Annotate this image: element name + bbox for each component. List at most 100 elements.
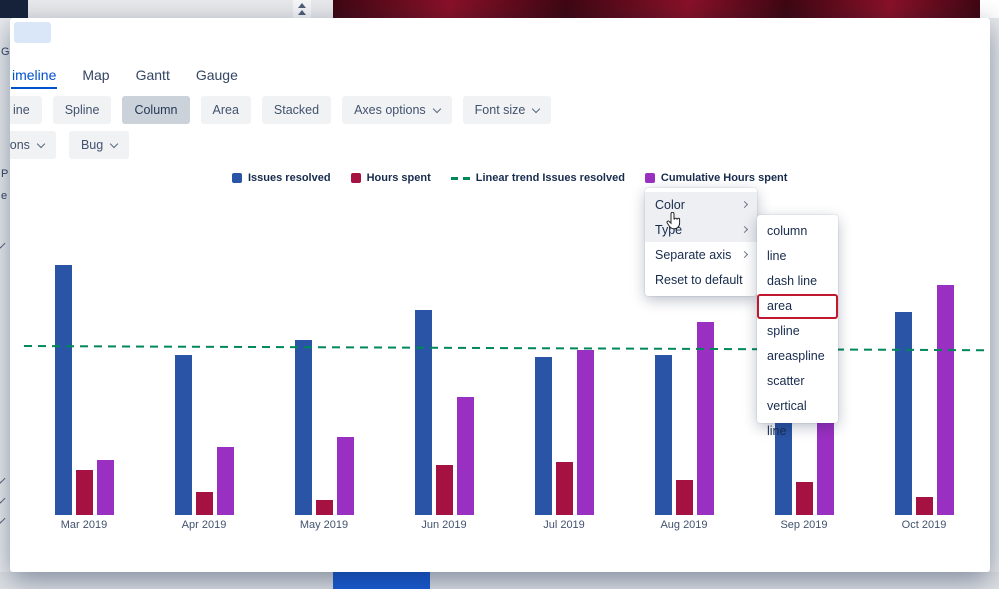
bar-cumulative-hours-spent[interactable] (696, 322, 714, 515)
bar-issues-resolved[interactable] (294, 340, 312, 515)
chart-type-toolbar: ine Spline Column Area Stacked Axes options Fo… (10, 96, 552, 124)
submenu-item-line[interactable]: line (757, 244, 838, 269)
chart-type-axes-options-button[interactable]: Axes options (342, 96, 452, 124)
bar-group (264, 198, 384, 515)
context-menu-item-separate-axis[interactable]: Separate axis (645, 242, 757, 267)
clipped-page-column: Ge P e (0, 18, 10, 572)
menu-item-label: Separate axis (655, 247, 732, 262)
bar-issues-resolved[interactable] (894, 312, 912, 515)
bar-cumulative-hours-spent[interactable] (96, 460, 114, 515)
chart-type-font-size-button[interactable]: Font size (462, 96, 552, 124)
bar-issues-resolved[interactable] (534, 357, 552, 515)
chevron-down-icon (0, 493, 6, 504)
bar-cumulative-hours-spent[interactable] (456, 397, 474, 515)
x-axis-label: Aug 2019 (660, 519, 708, 531)
chart-type-spline-button[interactable]: Spline (52, 96, 112, 124)
header-banner-image (333, 0, 980, 18)
bar-hours-spent[interactable] (195, 492, 213, 515)
highlighted-chip[interactable] (14, 22, 51, 43)
submenu-item-column[interactable]: column (757, 219, 838, 244)
partially-hidden-button[interactable] (333, 572, 430, 589)
legend-swatch (450, 176, 470, 180)
chart-legend: Issues resolved Hours spent Linear trend I… (232, 172, 787, 184)
button-label: Axes options (354, 103, 426, 117)
bar-group (504, 198, 624, 515)
cursor-icon (666, 212, 681, 230)
scroll-up-icon (298, 3, 306, 8)
bar-issues-resolved[interactable] (654, 355, 672, 515)
tab-map[interactable]: Map (81, 67, 110, 89)
chart-type-column-button[interactable]: Column (122, 96, 190, 124)
chart-type-area-button[interactable]: Area (200, 96, 251, 124)
legend-label: Hours spent (366, 172, 431, 184)
x-axis-label: Oct 2019 (901, 519, 947, 531)
chevron-right-icon (740, 225, 749, 234)
tab-gauge[interactable]: Gauge (195, 67, 239, 89)
context-menu-item-type[interactable]: Type (645, 217, 757, 242)
bar-group (384, 198, 504, 515)
screen: Ge P e imeline Map Gantt Gauge ine Spline Col… (0, 0, 999, 589)
bar-hours-spent[interactable] (795, 482, 813, 515)
bar-issues-resolved[interactable] (414, 310, 432, 515)
legend-item[interactable]: Issues resolved (232, 172, 331, 184)
filter-bug-button[interactable]: Bug (68, 131, 130, 159)
bar-hours-spent[interactable] (555, 462, 573, 515)
submenu-item-dash-line[interactable]: dash line (757, 269, 838, 294)
chevron-down-icon (0, 238, 6, 249)
bar-group (24, 198, 144, 515)
legend-label: Issues resolved (248, 172, 331, 184)
tab-gantt[interactable]: Gantt (135, 67, 171, 89)
bar-issues-resolved[interactable] (174, 355, 192, 515)
button-label: ine (13, 103, 30, 117)
legend-swatch (232, 173, 242, 183)
bar-cumulative-hours-spent[interactable] (936, 285, 954, 515)
bar-cumulative-hours-spent[interactable] (576, 350, 594, 515)
legend-item[interactable]: Linear trend Issues resolved (450, 172, 625, 184)
page-edge (980, 0, 999, 18)
menu-item-label: Color (655, 197, 685, 212)
context-menu-item-reset-to-default[interactable]: Reset to default (645, 267, 757, 292)
bar-groups (24, 198, 984, 515)
clipped-text: e (1, 190, 8, 202)
context-menu-item-color[interactable]: Color (645, 192, 757, 217)
bar-hours-spent[interactable] (915, 497, 933, 515)
clipped-page-bottom (0, 572, 999, 589)
chevron-down-icon (0, 473, 6, 484)
submenu-item-vertical-line[interactable]: vertical line (757, 394, 838, 438)
page-scrollbar[interactable] (293, 0, 311, 18)
x-axis-label: Jun 2019 (421, 519, 467, 531)
bar-hours-spent[interactable] (675, 480, 693, 515)
chart-type-stacked-button[interactable]: Stacked (261, 96, 332, 124)
button-label: Stacked (273, 103, 320, 117)
x-axis-label: Mar 2019 (60, 519, 108, 531)
bar-cumulative-hours-spent[interactable] (216, 447, 234, 515)
bar-cumulative-hours-spent[interactable] (336, 437, 354, 515)
bar-issues-resolved[interactable] (54, 265, 72, 515)
app-logo-area (0, 0, 28, 18)
legend-item[interactable]: Cumulative Hours spent (644, 172, 787, 184)
submenu-item-scatter[interactable]: scatter (757, 369, 838, 394)
legend-label: Linear trend Issues resolved (475, 172, 625, 184)
button-label: Bug (80, 138, 104, 152)
chevron-down-icon (432, 104, 441, 113)
button-label: Area (212, 103, 239, 117)
chevron-down-icon (36, 139, 46, 148)
chevron-right-icon (740, 200, 749, 209)
filter-ions-button[interactable]: ions (10, 131, 56, 159)
bar-hours-spent[interactable] (315, 500, 333, 515)
legend-item[interactable]: Hours spent (350, 172, 431, 184)
chevron-down-icon (109, 139, 119, 148)
tab-imeline[interactable]: imeline (11, 67, 57, 89)
x-axis: Mar 2019 Apr 2019 May 2019 Jun 2019 Jul 2019… (24, 519, 984, 531)
button-label: Font size (474, 103, 526, 117)
bar-hours-spent[interactable] (75, 470, 93, 515)
chart-settings-dialog: imeline Map Gantt Gauge ine Spline Column Area… (10, 18, 990, 572)
bar-hours-spent[interactable] (435, 465, 453, 515)
submenu-item-area[interactable]: area (757, 294, 838, 319)
clipped-text: P (1, 168, 9, 180)
submenu-item-spline[interactable]: spline (757, 319, 838, 344)
chart-type-ine-button[interactable]: ine (10, 96, 42, 124)
submenu-item-areaspline[interactable]: areaspline (757, 344, 838, 369)
context-menu: Color Type Separate axis Reset to default (645, 188, 757, 296)
x-axis-label: Sep 2019 (780, 519, 828, 531)
